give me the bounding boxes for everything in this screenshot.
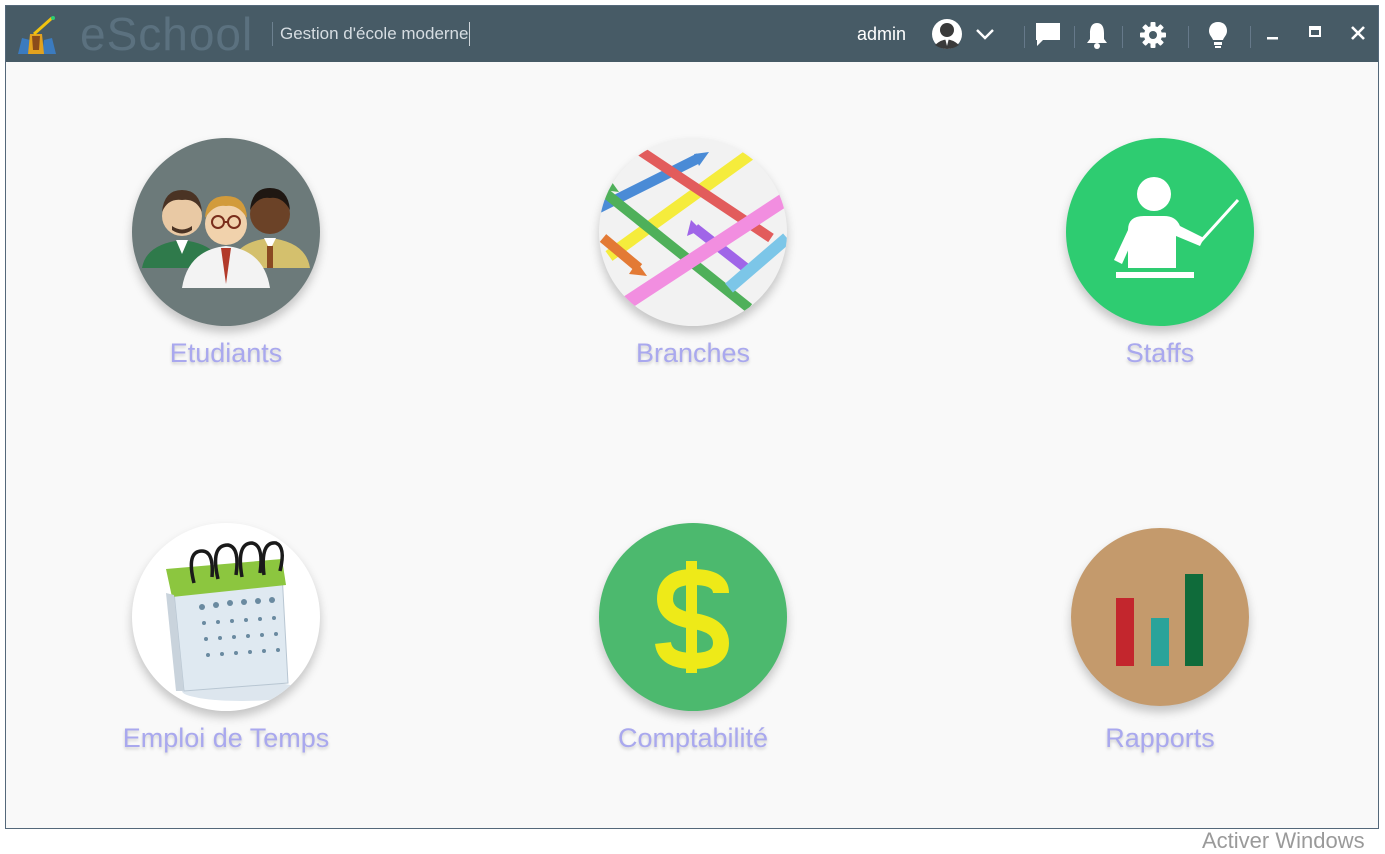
app-logo-icon <box>18 16 56 54</box>
tile-label[interactable]: Etudiants <box>96 336 356 370</box>
app-subtitle: Gestion d'école moderne <box>272 22 471 46</box>
bar-chart-icon[interactable] <box>1071 528 1249 706</box>
chat-icon[interactable] <box>1034 21 1062 48</box>
toolbar-separator <box>1024 26 1025 48</box>
dollar-icon[interactable] <box>599 523 787 711</box>
tile-emploi-de-temps[interactable]: Emploi de Temps <box>96 523 356 755</box>
lightbulb-icon[interactable] <box>1207 20 1229 50</box>
tile-label[interactable]: Comptabilité <box>563 721 823 755</box>
tile-etudiants[interactable]: Etudiants <box>96 138 356 370</box>
branches-icon[interactable] <box>599 138 787 326</box>
tile-comptabilite[interactable]: Comptabilité <box>563 523 823 755</box>
minimize-icon[interactable] <box>1265 26 1281 42</box>
gear-icon[interactable] <box>1139 21 1167 49</box>
windows-activation-watermark: Activer Windows <box>1202 828 1365 853</box>
close-icon[interactable] <box>1350 25 1366 41</box>
tile-rapports[interactable]: Rapports <box>1030 523 1290 755</box>
tile-branches[interactable]: Branches <box>563 138 823 370</box>
toolbar-separator <box>1188 26 1189 48</box>
bell-icon[interactable] <box>1085 21 1109 49</box>
title-bar[interactable]: eSchool Gestion d'école moderne admin <box>6 6 1378 62</box>
app-window: eSchool Gestion d'école moderne admin Et… <box>5 5 1379 829</box>
teacher-icon[interactable] <box>1066 138 1254 326</box>
chevron-down-icon[interactable] <box>975 26 995 42</box>
toolbar-separator <box>1122 26 1123 48</box>
user-avatar-icon[interactable] <box>931 18 963 50</box>
username-label[interactable]: admin <box>857 23 906 45</box>
tile-staffs[interactable]: Staffs <box>1030 138 1290 370</box>
tile-label[interactable]: Staffs <box>1030 336 1290 370</box>
tile-label[interactable]: Emploi de Temps <box>96 721 356 755</box>
toolbar-separator <box>1250 26 1251 48</box>
students-icon[interactable] <box>132 138 320 326</box>
tile-label[interactable]: Rapports <box>1030 721 1290 755</box>
maximize-icon[interactable] <box>1308 24 1324 40</box>
tile-label[interactable]: Branches <box>563 336 823 370</box>
app-name: eSchool <box>80 8 254 60</box>
toolbar-separator <box>1074 26 1075 48</box>
calendar-icon[interactable] <box>132 523 320 711</box>
